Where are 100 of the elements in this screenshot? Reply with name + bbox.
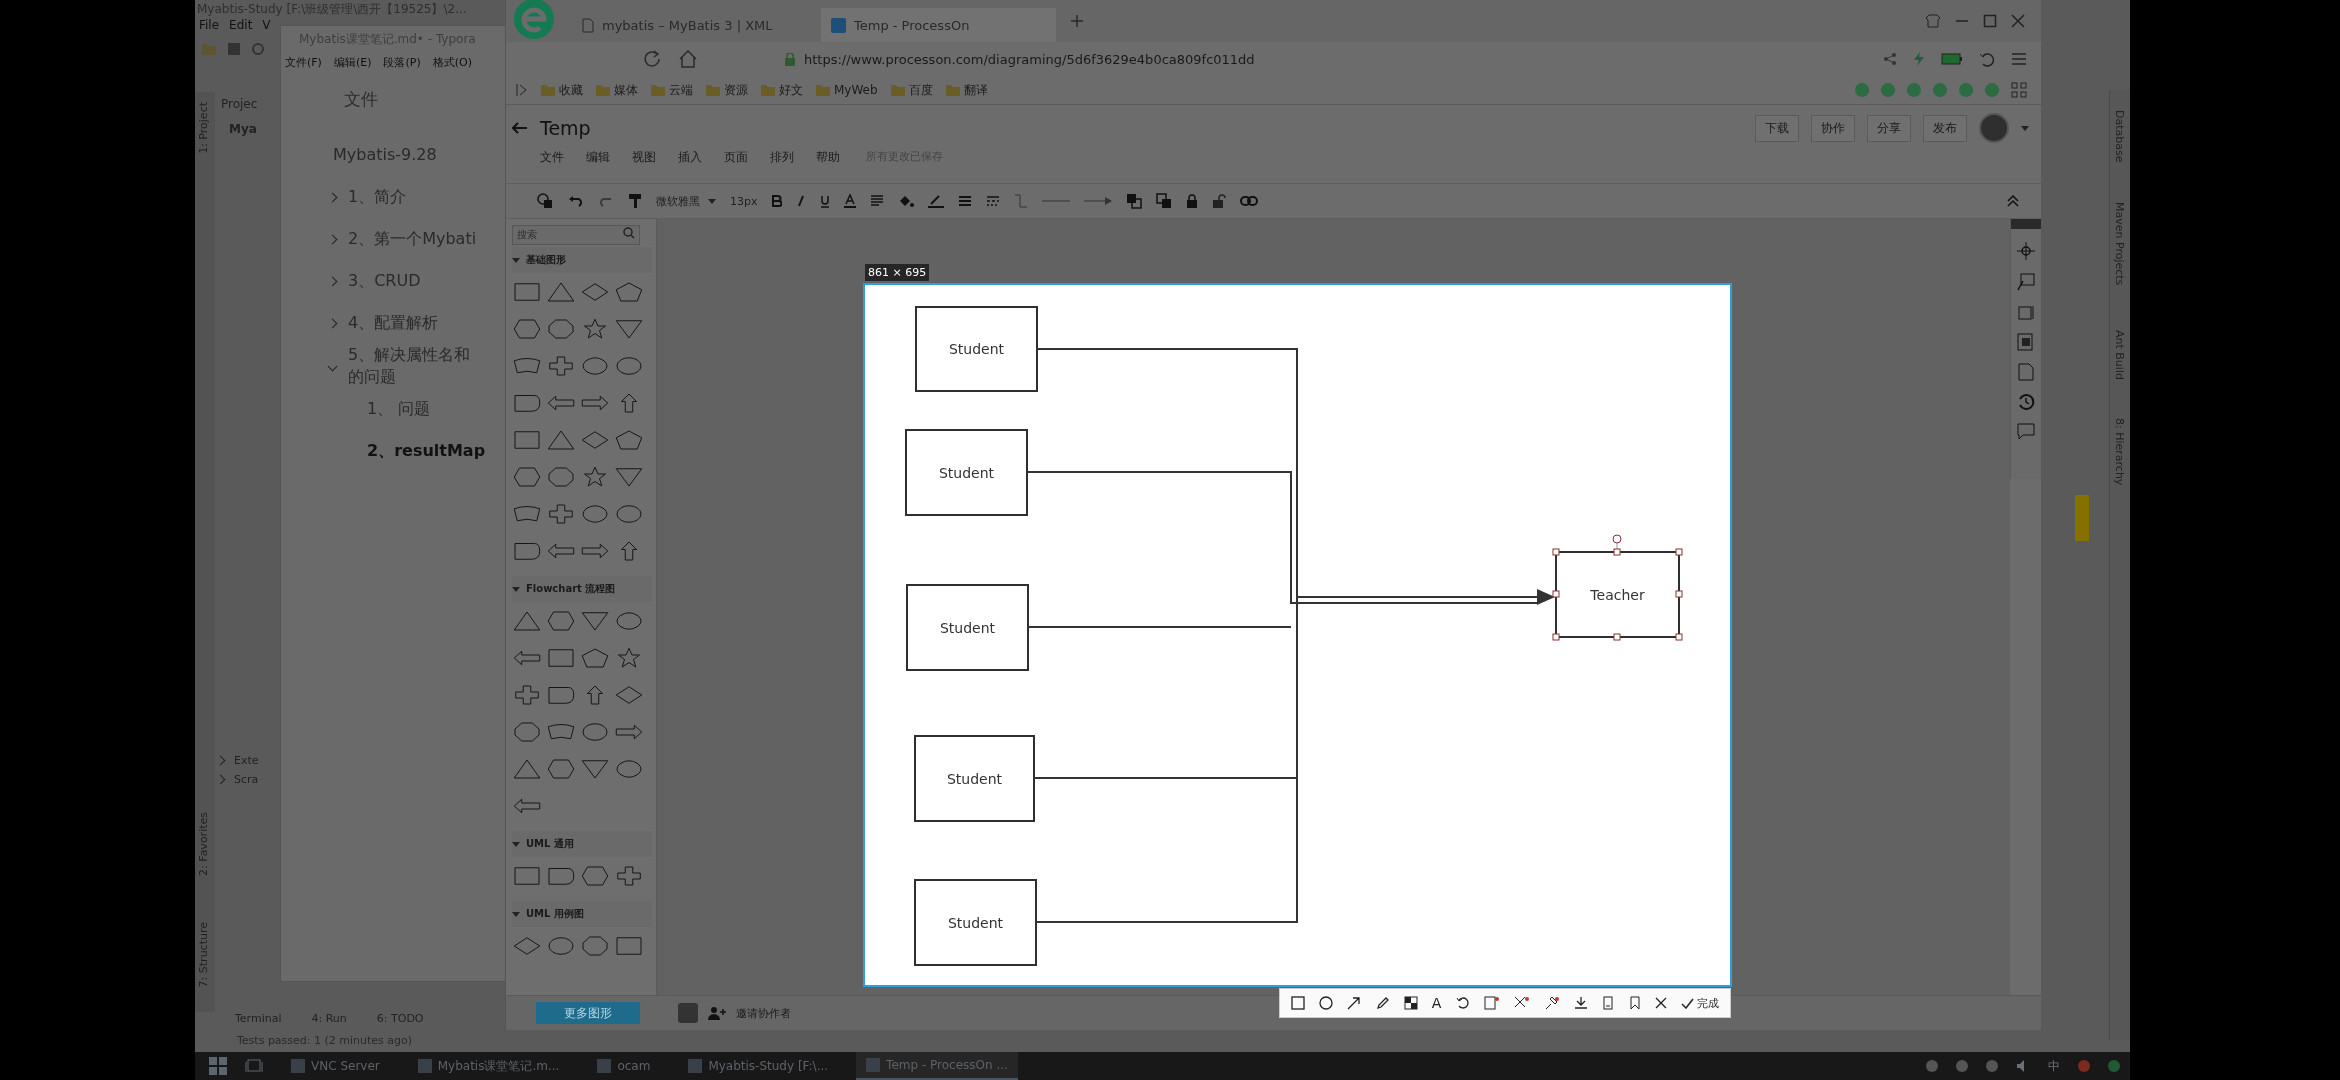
student-node[interactable]: Student — [915, 306, 1038, 392]
ellipse-tool-icon[interactable] — [1319, 996, 1334, 1010]
tool-window-tab[interactable]: 4: Run — [311, 1012, 347, 1025]
task-view-icon[interactable] — [245, 1058, 263, 1074]
student-node[interactable]: Student — [914, 735, 1035, 822]
document-title[interactable]: Mybatis-9.28 — [281, 111, 506, 164]
format-painter-icon[interactable] — [536, 192, 554, 210]
ocr-icon[interactable] — [1483, 996, 1500, 1010]
new-tab-icon[interactable] — [1070, 14, 1084, 28]
section-header[interactable]: UML 通用 — [512, 831, 652, 857]
done-button[interactable]: 完成 — [1680, 995, 1719, 1011]
taskbar-item[interactable]: Myabtis-Study [F:\... — [678, 1052, 839, 1080]
share-icon[interactable] — [1883, 52, 1897, 66]
connector-style-icon[interactable] — [1013, 194, 1028, 208]
align-icon[interactable] — [869, 195, 884, 207]
taskbar-item[interactable]: ocam — [587, 1052, 661, 1080]
bookmark-link[interactable]: 好文 — [760, 81, 803, 99]
tree-item[interactable]: Mya — [229, 122, 257, 136]
section-header[interactable]: Flowchart 流程图 — [512, 576, 652, 602]
page-icon[interactable] — [2018, 363, 2034, 381]
pencil-icon[interactable] — [1375, 996, 1390, 1010]
download-icon[interactable] — [1574, 996, 1589, 1010]
tool-window-tab[interactable]: 6: TODO — [376, 1012, 424, 1025]
caret-icon[interactable] — [2021, 125, 2029, 131]
menu-item[interactable]: 插入 — [678, 149, 702, 166]
bookmark-link[interactable]: 翻译 — [944, 81, 988, 99]
outline-item[interactable]: 5、解决属性名和 的问题 — [348, 344, 471, 388]
outline-item[interactable]: 1、 问题 — [367, 398, 431, 420]
phone-icon[interactable] — [1602, 996, 1615, 1010]
close-icon[interactable] — [1654, 997, 1667, 1009]
comment-icon[interactable] — [2017, 423, 2035, 441]
taskbar-item[interactable]: Temp - ProcessOn ... — [856, 1052, 1018, 1080]
back-icon[interactable] — [512, 122, 528, 134]
font-dropdown[interactable]: 微软雅黑 — [656, 193, 700, 209]
formula-icon[interactable] — [2017, 273, 2035, 291]
sidebar-toggle-icon[interactable] — [516, 83, 528, 97]
taskbar-item[interactable]: Mybatis课堂笔记.m... — [407, 1052, 570, 1080]
rectangle-tool-icon[interactable] — [1291, 996, 1306, 1010]
add-user-icon[interactable] — [708, 1006, 726, 1020]
tray-icon[interactable] — [1986, 1060, 1998, 1072]
menu-item[interactable]: 排列 — [770, 149, 794, 166]
section-header[interactable]: 基础图形 — [512, 247, 652, 273]
menu-item[interactable]: 页面 — [724, 149, 748, 166]
capture-selection[interactable]: Student Student Student Student Student Teacher — [865, 285, 1730, 985]
redo-icon[interactable] — [598, 195, 614, 207]
line-color-icon[interactable] — [927, 194, 944, 208]
browser-tab[interactable]: Temp - ProcessOn — [821, 8, 1056, 42]
menu-item[interactable]: File — [199, 18, 220, 34]
header-button[interactable]: 下载 — [1755, 114, 1799, 142]
outline-item[interactable]: 2、resultMap — [367, 440, 486, 462]
maximize-icon[interactable] — [1983, 14, 1997, 28]
italic-icon[interactable] — [795, 195, 806, 207]
document-title[interactable]: Temp — [540, 117, 591, 139]
bookmark-link[interactable]: 收藏 — [540, 81, 583, 99]
home-icon[interactable] — [678, 49, 698, 69]
layers-icon[interactable] — [2017, 333, 2035, 351]
bookmark-link[interactable]: MyWeb — [815, 83, 878, 97]
tree-item[interactable]: Scra — [234, 773, 259, 786]
pin-icon[interactable] — [1513, 996, 1530, 1010]
menu-item[interactable]: 编辑(E) — [333, 55, 372, 70]
bookmark-link[interactable]: 百度 — [889, 81, 933, 99]
tray-icon[interactable] — [2108, 1060, 2120, 1072]
outline-item[interactable]: 1、简介 — [348, 186, 407, 208]
student-node[interactable]: Student — [914, 879, 1037, 966]
windows-start-icon[interactable] — [209, 1057, 227, 1075]
bookmark-link[interactable]: 云端 — [650, 81, 693, 99]
page-size-icon[interactable] — [2017, 303, 2035, 321]
menu-item[interactable]: 段落(P) — [383, 55, 421, 70]
sync-icon[interactable] — [251, 42, 265, 56]
bookmark-link[interactable]: 资源 — [705, 81, 748, 99]
invite-link[interactable]: 邀请协作者 — [736, 1005, 791, 1021]
arrow-tool-icon[interactable] — [1347, 996, 1362, 1010]
tray-icon[interactable] — [1956, 1060, 1968, 1072]
bookmark-icon[interactable] — [1628, 996, 1641, 1010]
taskbar-item[interactable]: VNC Server — [281, 1052, 390, 1080]
menu-icon[interactable] — [2011, 52, 2027, 66]
student-node[interactable]: Student — [906, 584, 1029, 671]
bookmark-link[interactable]: 媒体 — [595, 81, 638, 99]
tray-icon[interactable] — [2078, 1060, 2090, 1072]
tree-item[interactable]: Exte — [234, 754, 259, 767]
save-icon[interactable] — [227, 42, 241, 56]
mosaic-icon[interactable] — [1403, 996, 1418, 1010]
selection-handles-drawing[interactable] — [1552, 534, 1683, 641]
panel-title[interactable]: Projec — [221, 97, 258, 111]
tray-icon[interactable] — [1926, 1060, 1938, 1072]
tack-icon[interactable] — [1544, 996, 1561, 1010]
battery-icon[interactable] — [1941, 53, 1963, 65]
section-header[interactable]: UML 用例图 — [512, 901, 652, 927]
bring-front-icon[interactable] — [1125, 193, 1142, 209]
text-tool[interactable]: A — [1431, 995, 1442, 1011]
menu-item[interactable]: 格式(O) — [432, 55, 472, 70]
undo-icon[interactable] — [1455, 996, 1470, 1010]
menu-item[interactable]: 帮助 — [816, 149, 840, 166]
lock-icon[interactable] — [1185, 194, 1198, 208]
tool-window-tab[interactable]: Terminal — [235, 1012, 282, 1025]
line-width-icon[interactable] — [957, 195, 972, 207]
skin-icon[interactable] — [1925, 14, 1941, 28]
menu-item[interactable]: Edit — [229, 18, 253, 34]
underline-icon[interactable] — [819, 194, 830, 208]
font-size-field[interactable]: 13px — [730, 194, 758, 208]
